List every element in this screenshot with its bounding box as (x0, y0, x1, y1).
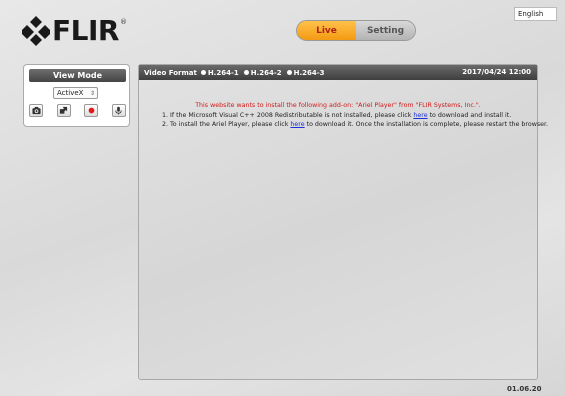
stream-radio-1[interactable]: H.264-1 (200, 68, 239, 77)
record-icon (88, 107, 95, 114)
view-mode-value: ActiveX (57, 89, 84, 97)
stream-label: H.264-1 (207, 68, 239, 77)
header: FLIR ® Live Setting English (0, 0, 565, 50)
fullscreen-icon (60, 106, 68, 114)
tab-setting[interactable]: Setting (356, 21, 415, 40)
radio-dot-icon (200, 70, 206, 75)
logo-text: FLIR (52, 14, 119, 47)
notice-line-1: 1. If the Microsoft Visual C++ 2008 Redi… (139, 111, 537, 121)
notice-line-1-text: 1. If the Microsoft Visual C++ 2008 Redi… (162, 111, 414, 119)
ariel-player-download-link[interactable]: here (290, 121, 304, 128)
radio-dot-icon (286, 70, 292, 75)
camera-icon (31, 106, 41, 115)
stream-radio-3[interactable]: H.264-3 (286, 68, 325, 77)
registered-mark: ® (119, 18, 127, 26)
notice-title: This website wants to install the follow… (195, 102, 481, 109)
radio-dot-icon (243, 70, 249, 75)
stream-label: H.264-3 (293, 68, 325, 77)
view-mode-buttons (29, 104, 126, 119)
microphone-icon (115, 106, 123, 115)
firmware-version: 01.06.20 (507, 385, 542, 393)
view-mode-title: View Mode (29, 69, 126, 82)
video-format-bar: Video Format H.264-1 H.264-2 H.264-3 201… (139, 65, 537, 80)
select-arrows-icon: ⇕ (89, 90, 95, 97)
stream-label: H.264-2 (250, 68, 282, 77)
video-format-label: Video Format (144, 68, 197, 77)
flir-logo: FLIR ® (22, 16, 127, 46)
flir-logo-icon (22, 16, 50, 46)
snapshot-button[interactable] (29, 104, 43, 117)
video-panel: Video Format H.264-1 H.264-2 H.264-3 201… (138, 64, 548, 380)
view-mode-panel: View Mode ActiveX ⇕ (23, 64, 130, 127)
notice-line-2-text: 2. To install the Ariel Player, please c… (162, 121, 291, 128)
view-mode-select[interactable]: ActiveX ⇕ (53, 87, 98, 99)
tab-live[interactable]: Live (297, 21, 356, 40)
language-select[interactable]: English (514, 7, 557, 21)
fullscreen-button[interactable] (56, 104, 71, 117)
datetime-display: 2017/04/24 12:00 (462, 68, 531, 76)
vc-redist-download-link[interactable]: here (413, 112, 427, 119)
notice-line-1-tail: to download and install it. (427, 111, 512, 119)
notice-line-2-tail: to download it. Once the installation is… (304, 121, 549, 128)
addon-notice: This website wants to install the follow… (139, 101, 548, 130)
record-button[interactable] (84, 104, 99, 117)
mode-tabbar: Live Setting (296, 20, 416, 41)
notice-line-2: 2. To install the Ariel Player, please c… (139, 120, 548, 130)
microphone-button[interactable] (111, 104, 126, 117)
stream-radio-2[interactable]: H.264-2 (243, 68, 282, 77)
